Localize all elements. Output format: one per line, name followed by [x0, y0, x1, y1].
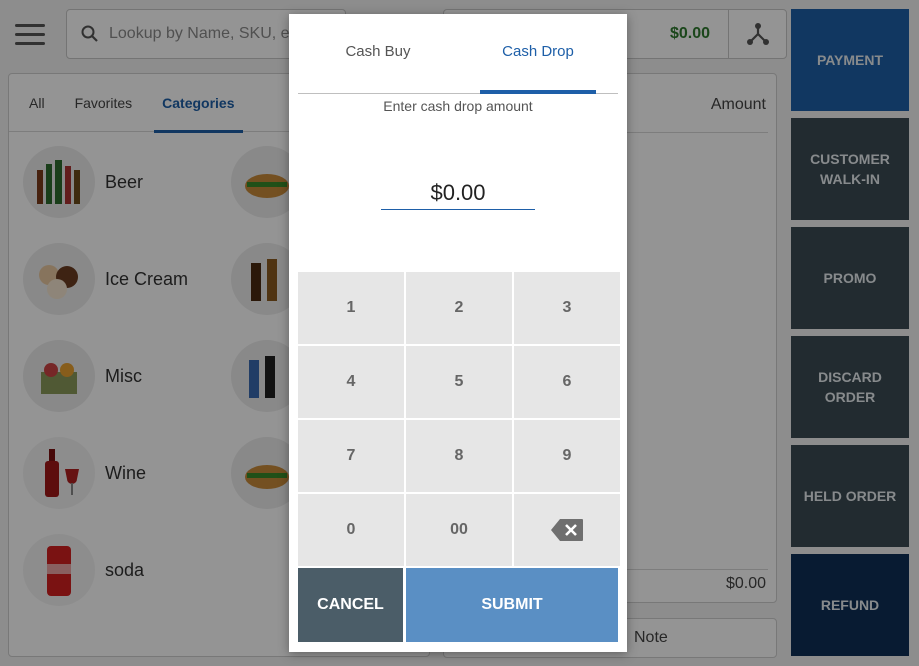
- key-2[interactable]: 2: [406, 272, 512, 344]
- tab-cash-buy[interactable]: Cash Buy: [298, 14, 458, 93]
- submit-button[interactable]: SUBMIT: [406, 568, 618, 642]
- key-0[interactable]: 0: [298, 494, 404, 566]
- key-1[interactable]: 1: [298, 272, 404, 344]
- cash-amount-field[interactable]: [381, 176, 535, 210]
- tab-cash-drop[interactable]: Cash Drop: [458, 14, 618, 94]
- backspace-icon: [551, 519, 583, 541]
- key-00[interactable]: 00: [406, 494, 512, 566]
- dialog-prompt: Enter cash drop amount: [383, 98, 533, 114]
- numeric-keypad: 1 2 3 4 5 6 7 8 9 0 00: [298, 272, 620, 566]
- key-7[interactable]: 7: [298, 420, 404, 492]
- cancel-button[interactable]: CANCEL: [298, 568, 403, 642]
- key-4[interactable]: 4: [298, 346, 404, 418]
- key-3[interactable]: 3: [514, 272, 620, 344]
- key-6[interactable]: 6: [514, 346, 620, 418]
- dialog-tabs: Cash Buy Cash Drop: [298, 14, 618, 94]
- key-5[interactable]: 5: [406, 346, 512, 418]
- key-8[interactable]: 8: [406, 420, 512, 492]
- key-9[interactable]: 9: [514, 420, 620, 492]
- cash-drop-dialog: Cash Buy Cash Drop Enter cash drop amoun…: [289, 14, 627, 652]
- backspace-key[interactable]: [514, 494, 620, 566]
